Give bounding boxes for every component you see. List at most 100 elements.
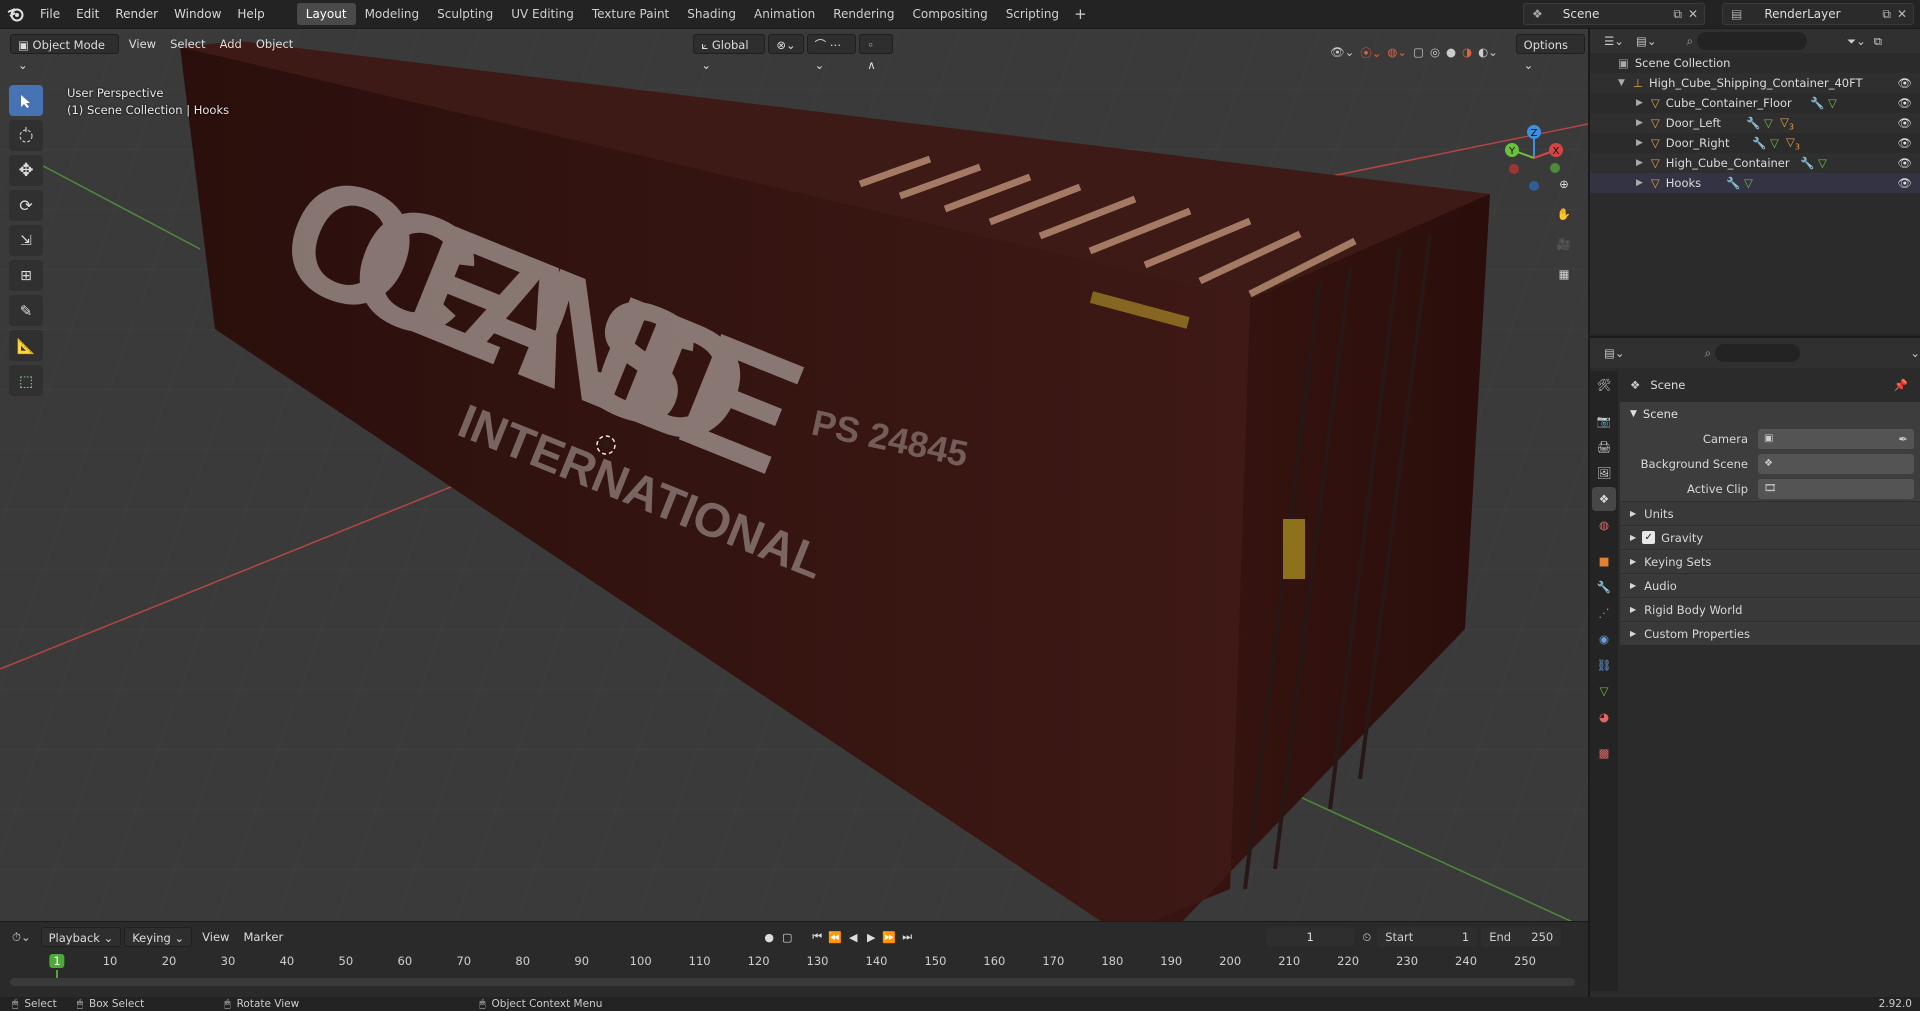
playhead-line[interactable] [56,970,58,978]
zoom-icon[interactable]: ⊕ [1550,171,1578,197]
properties-options-icon[interactable]: ⌄ [1910,346,1920,360]
object-tab-icon[interactable]: ■ [1592,549,1616,573]
current-frame-marker[interactable]: 1 [49,954,65,968]
tab-layout[interactable]: Layout [296,3,356,25]
outliner-item-hooks[interactable]: ▶ ▽ Hooks 🔧 ▽ 👁 [1590,173,1920,193]
editor-type-icon[interactable]: ▤⌄ [1604,346,1625,360]
visibility-eye-icon[interactable]: 👁 [1897,176,1912,190]
timeline-scrollbar[interactable] [10,978,1575,986]
properties-search-icon[interactable]: ⌕ [1705,346,1711,361]
material-shading-icon[interactable]: ◑ [1462,45,1472,61]
outliner-scene-collection[interactable]: ▣ Scene Collection [1590,53,1920,73]
viewport-menu-select[interactable]: Select [163,37,212,51]
measure-tool-icon[interactable]: 📐 [9,330,43,361]
tab-scripting[interactable]: Scripting [997,3,1068,25]
overlay-toggle-icon[interactable]: ◍⌄ [1387,45,1407,61]
menu-edit[interactable]: Edit [68,0,107,29]
visibility-eye-icon[interactable]: 👁 [1897,156,1912,170]
gizmo-toggle-icon[interactable]: ⦿⌄ [1360,45,1381,61]
new-scene-icon[interactable]: ⧉ [1673,7,1682,22]
tab-shading[interactable]: Shading [678,3,745,25]
eyedropper-icon[interactable]: ✒ [1898,432,1908,446]
tab-animation[interactable]: Animation [745,3,824,25]
frame-ruler[interactable]: 1 10 20 30 40 50 60 70 80 90 100 110 120 130 140 150 160… [0,952,1588,978]
blender-logo-icon[interactable] [0,0,32,29]
options-dropdown[interactable]: Options ⌄ [1515,34,1586,72]
menu-window[interactable]: Window [166,0,229,29]
camera-view-icon[interactable]: 🎥 [1550,231,1578,257]
jump-start-icon[interactable]: ⏮ [808,928,826,946]
scene-tab-icon[interactable]: ❖ [1592,487,1616,511]
pan-hand-icon[interactable]: ✋ [1550,201,1578,227]
viewport-menu-object[interactable]: Object [249,37,300,51]
custom-properties-subpanel[interactable]: ▶ Custom Properties [1620,621,1920,645]
rotate-tool-icon[interactable]: ⟳ [9,190,43,221]
editor-type-icon[interactable]: ☰⌄ [1604,34,1624,48]
new-layer-icon[interactable]: ⧉ [1882,7,1891,22]
units-subpanel[interactable]: ▶ Units [1620,501,1920,525]
timeline-menu-view[interactable]: View [195,930,236,944]
active-clip-field[interactable]: 🎞 [1758,478,1914,499]
annotate-tool-icon[interactable]: ✎ [9,295,43,326]
menu-help[interactable]: Help [229,0,272,29]
move-tool-icon[interactable]: ✥ [9,155,43,186]
physics-tab-icon[interactable]: ◉ [1592,627,1616,651]
outliner-search-icon[interactable]: ⌕ [1686,34,1692,49]
outliner-search-input[interactable] [1696,32,1807,50]
transform-orientation-dropdown[interactable]: ⟀ Global ⌄ [693,34,766,72]
preview-range-icon[interactable]: ⏲ [1362,930,1371,945]
timeline-editor-type-icon[interactable]: ⏱⌄ [12,930,31,945]
outliner-item[interactable]: ▶ ▽ Door_Left 🔧 ▽ ▽3 👁 [1590,113,1920,133]
select-tool-icon[interactable] [9,85,43,116]
tab-modeling[interactable]: Modeling [356,3,429,25]
display-mode-icon[interactable]: ▤⌄ [1636,34,1657,48]
proportional-edit-button[interactable]: ◦ ∧ [859,34,893,72]
jump-end-icon[interactable]: ⏭ [898,928,916,946]
constraints-tab-icon[interactable]: ⛓ [1592,653,1616,677]
xray-icon[interactable]: ▢ [1413,45,1424,61]
scale-tool-icon[interactable]: ⇲ [9,225,43,256]
add-workspace-button[interactable]: + [1068,5,1093,23]
properties-search-input[interactable] [1714,344,1801,362]
material-tab-icon[interactable]: ◕ [1592,705,1616,729]
view-layer-selector[interactable]: ▤ RenderLayer ⧉ ✕ [1722,3,1914,25]
ortho-grid-icon[interactable]: ▦ [1550,261,1578,287]
viewport-menu-add[interactable]: Add [213,37,249,51]
start-frame-field[interactable]: Start 1 [1377,927,1478,947]
outliner-item[interactable]: ▶ ▽ Cube_Container_Floor 🔧 ▽ 👁 [1590,93,1920,113]
viewport-menu-view[interactable]: View [122,37,163,51]
expand-arrow-icon[interactable]: ▶ [1636,158,1643,168]
tab-rendering[interactable]: Rendering [824,3,903,25]
wireframe-shading-icon[interactable]: ◎ [1430,45,1440,61]
pin-icon[interactable]: 📌 [1894,378,1908,392]
background-scene-field[interactable]: ❖ [1758,453,1914,474]
menu-render[interactable]: Render [107,0,166,29]
play-icon[interactable]: ▶ [862,928,880,946]
new-collection-icon[interactable]: ⧉ [1874,34,1882,49]
keying-sets-subpanel[interactable]: ▶ Keying Sets [1620,549,1920,573]
view-layer-tab-icon[interactable]: 🖼 [1592,461,1616,485]
tab-uv-editing[interactable]: UV Editing [502,3,583,25]
rigid-body-world-subpanel[interactable]: ▶ Rigid Body World [1620,597,1920,621]
tool-settings-tab-icon[interactable]: 🛠 [1592,373,1616,397]
delete-scene-icon[interactable]: ✕ [1688,7,1698,21]
scene-selector[interactable]: ❖ Scene ⧉ ✕ [1523,3,1705,25]
record-button-icon[interactable]: ● [760,928,778,946]
jump-prev-keyframe-icon[interactable]: ⏪ [826,928,844,946]
snap-button[interactable]: ⌒ ⋯⌄ [806,34,857,72]
menu-file[interactable]: File [32,0,68,29]
play-reverse-icon[interactable]: ◀ [844,928,862,946]
world-tab-icon[interactable]: ◍ [1592,513,1616,537]
gravity-subpanel[interactable]: ▶ ✓ Gravity [1620,525,1920,549]
filter-icon[interactable]: ⏷⌄ [1847,34,1866,49]
transform-tool-icon[interactable]: ⊞ [9,260,43,291]
delete-layer-icon[interactable]: ✕ [1897,7,1907,21]
visibility-eye-icon[interactable]: 👁 [1897,116,1912,130]
expand-arrow-icon[interactable]: ▶ [1636,178,1643,188]
audio-subpanel[interactable]: ▶ Audio [1620,573,1920,597]
visibility-eye-icon[interactable]: 👁 [1897,136,1912,150]
expand-arrow-icon[interactable]: ▶ [1636,98,1643,108]
scene-panel-header[interactable]: ▼ Scene [1620,402,1920,426]
visibility-eye-icon[interactable]: 👁 [1897,76,1912,90]
collapse-arrow-icon[interactable]: ▼ [1618,78,1625,88]
